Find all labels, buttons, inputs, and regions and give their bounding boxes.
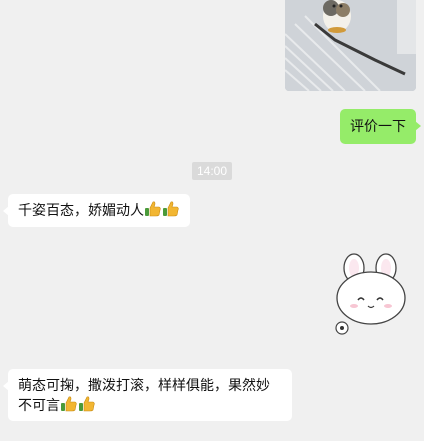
message-bubble-self[interactable]: 评价一下	[340, 109, 421, 144]
thumbs-up-icon	[163, 201, 179, 217]
cat-photo-message[interactable]	[285, 0, 416, 91]
message-bubble-other[interactable]: 千姿百态，娇媚动人	[3, 194, 190, 227]
bunny-sticker-message[interactable]	[330, 250, 412, 340]
message-text: 评价一下	[350, 118, 406, 134]
message-text: 萌态可掬，撒泼打滚，样样俱能，果然妙不可言	[18, 377, 270, 413]
message-bubble-other[interactable]: 萌态可掬，撒泼打滚，样样俱能，果然妙不可言	[3, 369, 292, 421]
message-timestamp: 14:00	[192, 162, 232, 180]
thumbs-up-icon	[145, 201, 161, 217]
thumbs-up-icon	[61, 396, 77, 412]
message-text: 千姿百态，娇媚动人	[18, 202, 144, 218]
cat-photo	[285, 0, 416, 91]
chat-area: 评价一下 14:00 千姿百态，娇媚动人 萌态可掬，撒泼打滚，样样俱能，果然妙不…	[0, 0, 424, 441]
thumbs-up-icon	[79, 396, 95, 412]
white-bunny-sticker	[335, 253, 406, 335]
